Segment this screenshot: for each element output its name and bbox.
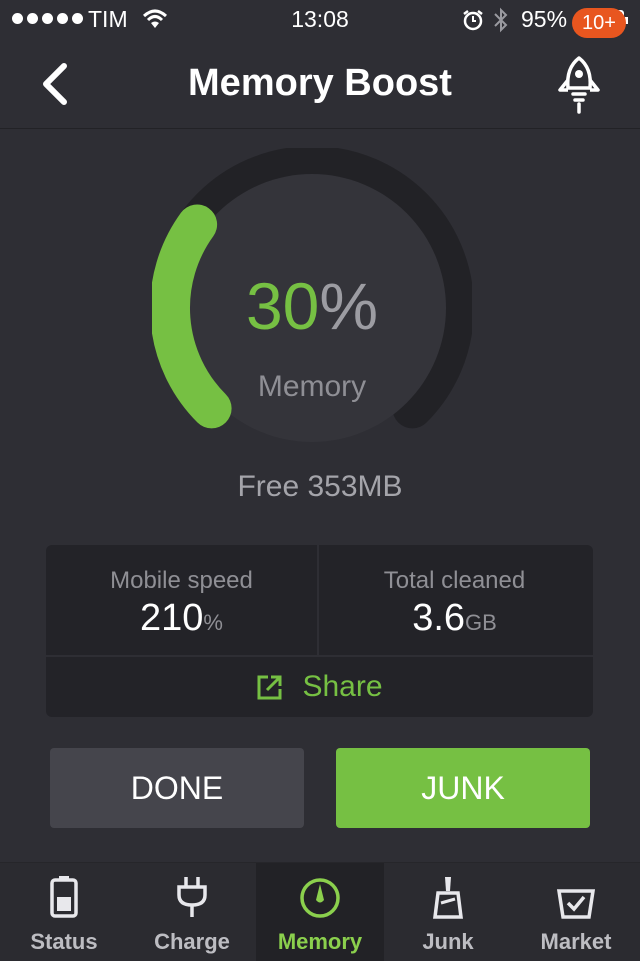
total-cleaned-stat: Total cleaned 3.6GB bbox=[319, 545, 590, 655]
mobile-speed-caption: Mobile speed bbox=[110, 567, 253, 594]
bluetooth-icon bbox=[494, 7, 508, 33]
tab-market[interactable]: Market bbox=[512, 863, 640, 961]
tab-status-label: Status bbox=[30, 929, 98, 954]
gauge-icon bbox=[300, 878, 340, 918]
share-label: Share bbox=[302, 670, 383, 703]
tab-memory-label: Memory bbox=[277, 929, 363, 954]
tab-memory[interactable]: Memory bbox=[256, 863, 384, 961]
junk-button[interactable]: JUNK bbox=[336, 748, 590, 828]
memory-percent-unit: % bbox=[319, 269, 379, 343]
memory-gauge: 30% Memory bbox=[152, 148, 492, 458]
page-title: Memory Boost bbox=[188, 62, 452, 104]
total-cleaned-value: 3.6 bbox=[412, 597, 466, 639]
share-icon bbox=[257, 675, 282, 700]
memory-percent: 30% bbox=[152, 268, 472, 344]
gauge-label: Memory bbox=[257, 370, 367, 403]
plug-icon bbox=[177, 877, 207, 917]
tab-charge[interactable]: Charge bbox=[128, 863, 256, 961]
memory-percent-number: 30 bbox=[245, 269, 320, 343]
tab-market-label: Market bbox=[540, 929, 612, 954]
tab-junk[interactable]: Junk bbox=[384, 863, 512, 961]
tab-charge-label: Charge bbox=[154, 929, 230, 954]
navigation-bar: Memory Boost bbox=[0, 40, 640, 129]
mobile-speed-value-row: 210% bbox=[46, 597, 317, 640]
status-bar: TIM 13:08 95% bbox=[0, 0, 640, 40]
battery-percent: 95% bbox=[521, 6, 568, 32]
alarm-icon bbox=[463, 10, 483, 31]
stats-card: Mobile speed 210% Total cleaned 3.6GB Sh… bbox=[46, 545, 593, 717]
rocket-icon[interactable] bbox=[552, 54, 606, 116]
battery-icon bbox=[50, 876, 78, 918]
cart-icon bbox=[556, 889, 596, 919]
free-memory-text: Free 353MB bbox=[237, 470, 403, 503]
broom-icon bbox=[433, 877, 463, 919]
tab-bar: Status Charge Memory Junk Market bbox=[0, 862, 640, 961]
total-cleaned-caption: Total cleaned bbox=[383, 567, 526, 594]
done-button[interactable]: DONE bbox=[50, 748, 304, 828]
total-cleaned-value-row: 3.6GB bbox=[319, 597, 590, 640]
market-badge: 10+ bbox=[572, 8, 626, 38]
mobile-speed-value: 210 bbox=[140, 597, 204, 639]
mobile-speed-unit: % bbox=[203, 610, 223, 635]
tab-junk-label: Junk bbox=[422, 929, 474, 954]
tab-status[interactable]: Status bbox=[0, 863, 128, 961]
total-cleaned-unit: GB bbox=[465, 610, 497, 635]
mobile-speed-stat: Mobile speed 210% bbox=[46, 545, 319, 655]
share-button[interactable]: Share bbox=[46, 657, 593, 717]
